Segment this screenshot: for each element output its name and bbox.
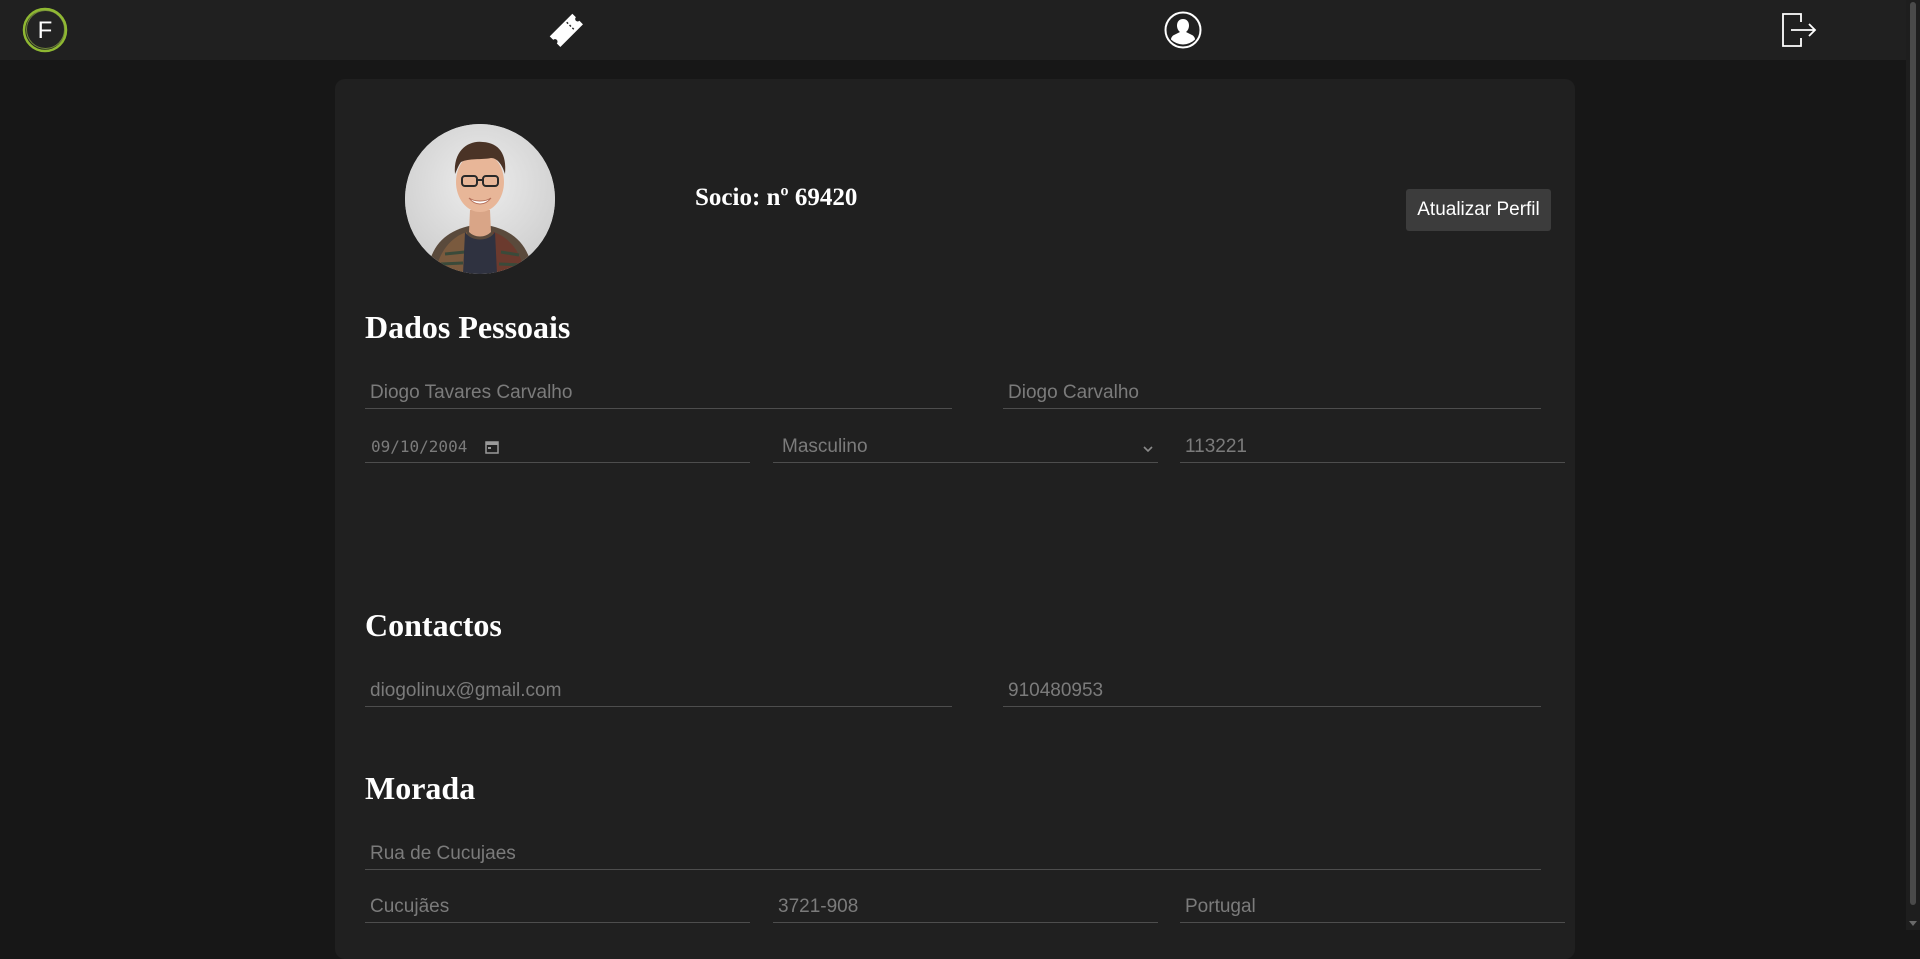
full-name-field[interactable]: Diogo Tavares Carvalho	[365, 377, 952, 409]
id-number-field[interactable]: 113221	[1180, 431, 1565, 463]
scroll-down-arrow-icon[interactable]	[1909, 921, 1917, 926]
phone-field[interactable]: 910480953	[1003, 675, 1541, 707]
nav-logout-button[interactable]	[1778, 0, 1820, 60]
calendar-icon[interactable]	[485, 440, 500, 454]
ticket-icon	[549, 13, 583, 47]
short-name-value: Diogo Carvalho	[1008, 381, 1139, 403]
gender-value: Masculino	[782, 435, 868, 457]
postal-code-value: 3721-908	[778, 895, 859, 917]
postal-code-field[interactable]: 3721-908	[773, 891, 1158, 923]
chevron-down-icon	[1142, 439, 1154, 461]
nav-tickets-button[interactable]	[543, 0, 588, 60]
country-field[interactable]: Portugal	[1180, 891, 1565, 923]
profile-card: Socio: nº 69420 Atualizar Perfil Dados P…	[335, 79, 1575, 959]
top-navbar: F	[0, 0, 1906, 60]
nav-profile-button[interactable]	[1162, 0, 1204, 60]
short-name-field[interactable]: Diogo Carvalho	[1003, 377, 1541, 409]
city-value: Cucujães	[370, 895, 450, 917]
country-value: Portugal	[1185, 895, 1256, 917]
email-field[interactable]: diogolinux@gmail.com	[365, 675, 952, 707]
birth-date-value: 09/10/2004	[371, 437, 468, 456]
page-scrollbar[interactable]	[1906, 0, 1920, 930]
city-field[interactable]: Cucujães	[365, 891, 750, 923]
logout-icon	[1782, 13, 1817, 47]
birth-date-field[interactable]: 09/10/2004	[365, 431, 750, 463]
logo[interactable]: F	[20, 0, 70, 60]
user-profile-icon	[1164, 11, 1202, 49]
scrollbar-thumb[interactable]	[1910, 2, 1916, 905]
phone-value: 910480953	[1008, 679, 1104, 701]
logo-icon: F	[22, 7, 68, 53]
logo-letter: F	[38, 17, 53, 44]
update-profile-button[interactable]: Atualizar Perfil	[1406, 189, 1551, 231]
street-value: Rua de Cucujaes	[370, 842, 516, 864]
email-value: diogolinux@gmail.com	[370, 679, 562, 701]
gender-select[interactable]: Masculino	[773, 431, 1158, 463]
address-title: Morada	[365, 770, 476, 806]
member-number: Socio: nº 69420	[695, 184, 858, 211]
id-number-value: 113221	[1185, 435, 1247, 457]
contacts-title: Contactos	[365, 607, 502, 643]
full-name-value: Diogo Tavares Carvalho	[370, 381, 573, 403]
avatar	[405, 124, 555, 274]
avatar-photo	[405, 124, 555, 274]
personal-data-title: Dados Pessoais	[365, 309, 571, 345]
street-field[interactable]: Rua de Cucujaes	[365, 838, 1541, 870]
